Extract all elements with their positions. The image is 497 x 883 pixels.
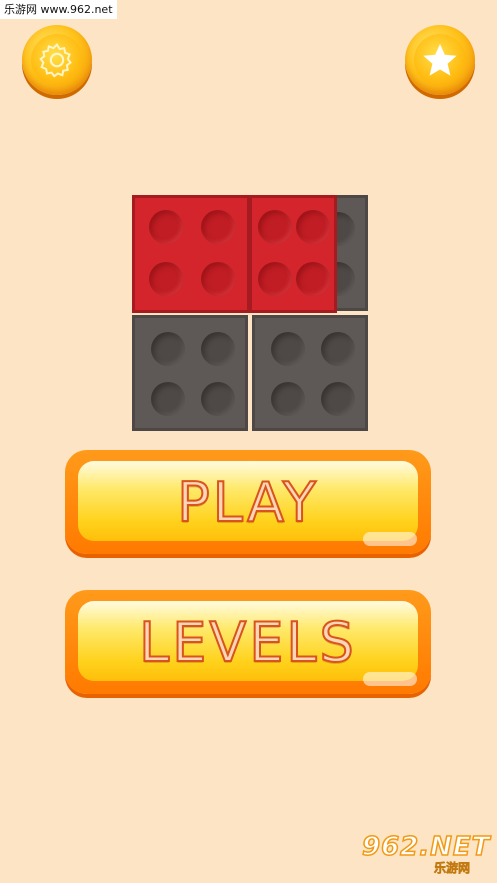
star-icon <box>423 43 457 76</box>
watermark-logo: 962.NET 乐游网 <box>356 831 492 876</box>
tile-peg <box>149 262 183 296</box>
watermark-caption: 乐游网 <box>434 861 471 876</box>
tile-peg <box>201 332 235 366</box>
watermark-top: 乐游网 www.962.net <box>0 0 117 19</box>
tile-peg <box>201 382 235 416</box>
tile-peg <box>271 382 305 416</box>
button-shine <box>363 672 417 686</box>
tile-peg <box>321 382 355 416</box>
tile-peg <box>258 210 292 244</box>
tile-peg <box>151 332 185 366</box>
board-tile-gray <box>132 315 248 431</box>
button-shine <box>363 532 417 546</box>
board-tile-red[interactable] <box>249 195 337 313</box>
levels-button[interactable]: LEVELS <box>65 590 431 694</box>
tile-peg <box>321 332 355 366</box>
tile-peg <box>201 210 235 244</box>
watermark-logo-text: 962.NET <box>361 831 491 863</box>
tile-peg <box>201 262 235 296</box>
tile-peg <box>296 210 330 244</box>
puzzle-board <box>132 195 368 433</box>
board-tile-gray <box>252 315 368 431</box>
tile-peg <box>271 332 305 366</box>
levels-label: LEVELS <box>138 610 357 675</box>
play-button[interactable]: PLAY <box>65 450 431 554</box>
tile-peg <box>149 210 183 244</box>
board-tile-red[interactable] <box>132 195 250 313</box>
tile-peg <box>151 382 185 416</box>
play-label: PLAY <box>176 470 319 535</box>
tile-peg <box>296 262 330 296</box>
settings-button[interactable] <box>22 25 92 95</box>
tile-peg <box>258 262 292 296</box>
gear-icon <box>39 42 72 78</box>
favorites-button[interactable] <box>405 25 475 95</box>
